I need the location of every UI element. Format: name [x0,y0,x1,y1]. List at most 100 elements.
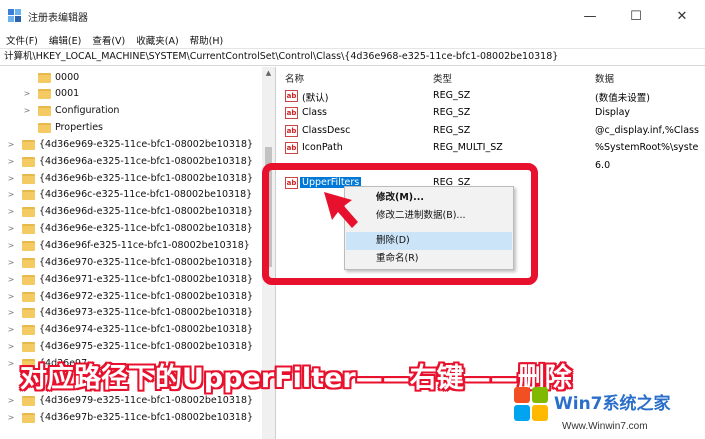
table-row[interactable]: ab IconPath REG_MULTI_SZ %SystemRoot%\sy… [277,140,705,157]
value-type: REG_SZ [433,125,471,136]
value-data: Display [595,107,631,118]
chevron-right-icon[interactable]: > [6,396,16,405]
chevron-right-icon[interactable]: > [6,207,16,216]
tree-item-properties[interactable]: Properties [38,119,103,136]
menu-help[interactable]: 帮助(H) [190,33,224,47]
chevron-right-icon[interactable]: > [6,413,16,422]
tree-item-key[interactable]: > {4d36e969-e325-11ce-bfc1-08002be10318} [6,136,253,153]
string-value-icon: ab [285,142,298,154]
value-data: @c_display.inf,%Class [595,125,699,136]
column-header-name[interactable]: 名称 [285,71,304,85]
value-data: (数值未设置) [595,93,650,104]
folder-icon [22,291,35,302]
tree-item-key[interactable]: > {4d36e972-e325-11ce-bfc1-08002be10318} [6,288,253,305]
regedit-app-icon [8,9,22,23]
watermark-url: Www.Winwin7.com [562,421,648,432]
value-data: 6.0 [595,160,611,171]
value-type: REG_SZ [433,90,471,101]
tree-item-label: {4d36e970-e325-11ce-bfc1-08002be10318} [39,257,254,268]
menu-favorites[interactable]: 收藏夹(A) [136,33,178,47]
menu-view[interactable]: 查看(V) [92,33,125,47]
tree-item-label: Properties [55,122,104,133]
tree-item-label: {4d36e975-e325-11ce-bfc1-08002be10318} [39,341,254,352]
tree-item-label: {4d36e971-e325-11ce-bfc1-08002be10318} [39,274,254,285]
tree-item-label: {4d36e96c-e325-11ce-bfc1-08002be10318} [39,189,253,200]
tree-item-key[interactable]: > {4d36e97b-e325-11ce-bfc1-08002be10318} [6,409,253,426]
close-button[interactable]: ✕ [659,0,705,32]
chevron-right-icon[interactable]: > [6,292,16,301]
folder-icon [22,412,35,423]
tree-item-label: {4d36e969-e325-11ce-bfc1-08002be10318} [39,139,254,150]
tree-item-label: {4d36e973-e325-11ce-bfc1-08002be10318} [39,307,254,318]
chevron-right-icon[interactable]: > [6,157,16,166]
watermark-brand: Win7系统之家 [554,394,671,414]
tree-item-label: {4d36e979-e325-11ce-bfc1-08002be10318} [39,395,254,406]
scroll-up-icon[interactable]: ▲ [262,67,275,80]
window-title: 注册表编辑器 [28,12,88,24]
folder-icon [22,307,35,318]
folder-icon [22,341,35,352]
folder-icon [22,223,35,234]
tree-item-key[interactable]: > {4d36e970-e325-11ce-bfc1-08002be10318} [6,254,253,271]
folder-icon [22,274,35,285]
tree-item-label: 0000 [55,72,80,83]
chevron-right-icon[interactable]: > [6,258,16,267]
tree-item-label: {4d36e972-e325-11ce-bfc1-08002be10318} [39,291,254,302]
tree-item-key[interactable]: > {4d36e96c-e325-11ce-bfc1-08002be10318} [6,186,253,203]
chevron-right-icon[interactable]: > [22,89,32,98]
menu-bar: 文件(F) 编辑(E) 查看(V) 收藏夹(A) 帮助(H) [0,31,705,48]
menu-file[interactable]: 文件(F) [6,33,38,47]
maximize-button[interactable]: ☐ [613,0,659,32]
tree-item-key[interactable]: > {4d36e96e-e325-11ce-bfc1-08002be10318} [6,220,253,237]
column-header-type[interactable]: 类型 [433,71,452,85]
value-type: REG_MULTI_SZ [433,142,503,153]
column-header-data[interactable]: 数据 [595,71,614,85]
folder-icon [22,240,35,251]
chevron-right-icon[interactable]: > [6,241,16,250]
folder-icon [22,257,35,268]
tree-item-0001[interactable]: > 0001 [22,85,80,102]
tree-item-key[interactable]: > {4d36e975-e325-11ce-bfc1-08002be10318} [6,338,253,355]
value-name: (默认) [302,93,329,104]
chevron-right-icon[interactable]: > [6,174,16,183]
folder-icon [38,122,51,133]
tree-item-label: 0001 [55,88,80,99]
address-bar[interactable]: 计算机\HKEY_LOCAL_MACHINE\SYSTEM\CurrentCon… [0,48,705,66]
chevron-right-icon[interactable]: > [6,325,16,334]
tree-item-key[interactable]: > {4d36e96a-e325-11ce-bfc1-08002be10318} [6,153,253,170]
table-row[interactable]: ab (默认) REG_SZ (数值未设置) [277,88,705,105]
value-type: REG_SZ [433,107,471,118]
chevron-right-icon[interactable]: > [6,190,16,199]
instruction-caption: 对应路径下的UpperFilter——右键——删除 [20,363,572,394]
chevron-right-icon[interactable]: > [6,359,16,368]
folder-icon [22,324,35,335]
tree-item-key[interactable]: > {4d36e973-e325-11ce-bfc1-08002be10318} [6,304,253,321]
chevron-right-icon[interactable]: > [6,275,16,284]
tree-item-label: {4d36e96b-e325-11ce-bfc1-08002be10318} [39,173,254,184]
tree-item-key[interactable]: > {4d36e974-e325-11ce-bfc1-08002be10318} [6,321,253,338]
tree-item-label: {4d36e97b-e325-11ce-bfc1-08002be10318} [39,412,254,423]
tree-item-key[interactable]: > {4d36e96d-e325-11ce-bfc1-08002be10318} [6,203,253,220]
chevron-right-icon[interactable]: > [6,308,16,317]
minimize-button[interactable]: — [567,0,613,32]
folder-icon [38,105,51,116]
value-name: Class [302,107,327,118]
tree-item-label: {4d36e96f-e325-11ce-bfc1-08002be10318} [39,240,250,251]
tree-item-key[interactable]: > {4d36e971-e325-11ce-bfc1-08002be10318} [6,271,253,288]
chevron-right-icon[interactable]: > [6,224,16,233]
folder-icon [38,72,51,83]
folder-icon [38,88,51,99]
tree-item-label: {4d36e96a-e325-11ce-bfc1-08002be10318} [39,156,253,167]
chevron-right-icon[interactable]: > [6,140,16,149]
menu-edit[interactable]: 编辑(E) [49,33,81,47]
tree-item-configuration[interactable]: > Configuration [22,102,120,119]
chevron-right-icon[interactable]: > [6,342,16,351]
tree-item-key[interactable]: > {4d36e96b-e325-11ce-bfc1-08002be10318} [6,170,253,187]
windows-logo-icon [514,387,550,423]
chevron-right-icon[interactable]: > [22,106,32,115]
tree-item-key[interactable]: > {4d36e96f-e325-11ce-bfc1-08002be10318} [6,237,250,254]
tree-item-0000[interactable]: 0000 [38,69,79,86]
table-row[interactable]: ab ClassDesc REG_SZ @c_display.inf,%Clas… [277,123,705,140]
value-name: IconPath [302,142,343,153]
table-row[interactable]: ab Class REG_SZ Display [277,105,705,122]
